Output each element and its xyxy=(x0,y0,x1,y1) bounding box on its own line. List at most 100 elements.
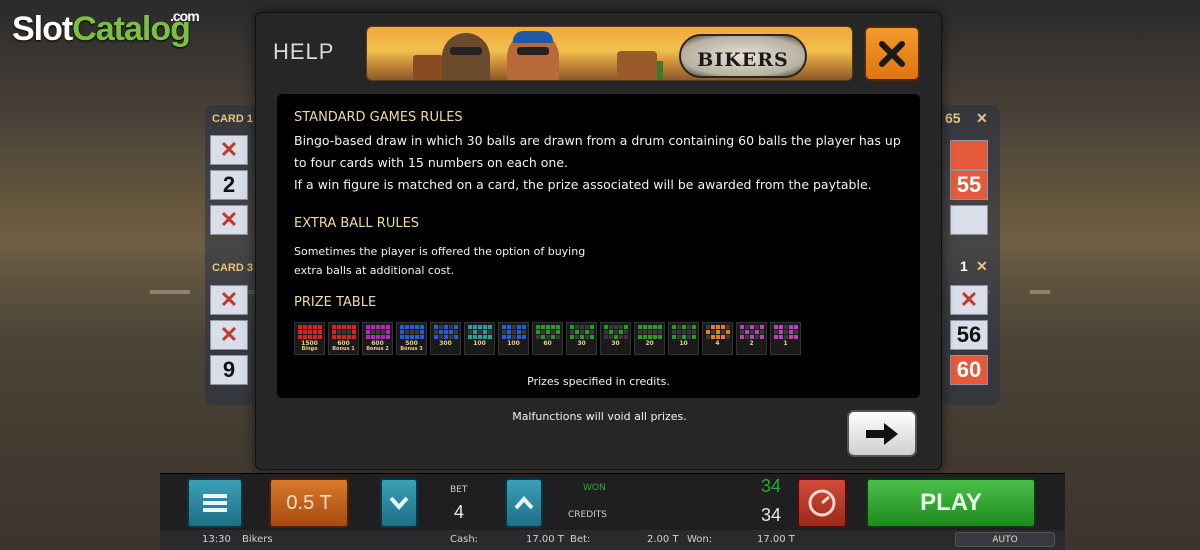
prize-value: 300 xyxy=(439,340,452,347)
rule-text: Sometimes the player is offered the opti… xyxy=(294,245,586,258)
card-cell: ✕ xyxy=(210,320,248,350)
rule-text: to four cards with 15 numbers on each on… xyxy=(294,155,569,170)
prize-item: 600 Bonus 2 xyxy=(362,322,393,355)
prize-value: 10 xyxy=(679,340,688,347)
prize-pattern xyxy=(671,325,696,339)
speed-button[interactable] xyxy=(797,478,847,528)
prize-pattern xyxy=(637,325,662,339)
prize-pattern xyxy=(739,325,764,339)
credits-label: CREDITS xyxy=(568,510,608,520)
card-cell: 60 xyxy=(950,355,988,385)
control-bar: 0.5 T BET 4 WON 34 CREDITS 34 PLAY xyxy=(160,473,1065,530)
help-dialog: HELP BIKERS STANDARD GAMES RULES Bingo-b… xyxy=(255,12,942,470)
prize-item: 20 xyxy=(634,322,665,355)
prize-value: 1 xyxy=(783,340,788,347)
card-close-icon[interactable]: ✕ xyxy=(976,110,988,127)
prize-item: 100 xyxy=(464,322,495,355)
card-cell: ✕ xyxy=(950,285,988,315)
prize-label: Bonus 3 xyxy=(400,346,423,352)
won-value: 34 xyxy=(761,476,782,496)
prize-item: 100 xyxy=(498,322,529,355)
card-label-1: CARD 1 xyxy=(212,113,253,125)
card-cell: 56 xyxy=(950,320,988,350)
card-number: 1 xyxy=(960,258,968,274)
prize-item: 30 xyxy=(600,322,631,355)
bikers-logo: BIKERS xyxy=(679,34,807,78)
section-title-prize: PRIZE TABLE xyxy=(294,295,377,310)
prize-pattern xyxy=(399,325,424,339)
won-label: WON xyxy=(583,483,606,493)
prize-item: 2 xyxy=(736,322,767,355)
card-cell: ✕ xyxy=(210,135,248,165)
biker-illustration xyxy=(507,31,559,80)
prize-item: 10 xyxy=(668,322,699,355)
chevron-down-icon xyxy=(389,496,409,510)
prize-item: 300 xyxy=(430,322,461,355)
card-cell: 2 xyxy=(210,170,248,200)
prize-item: 1500 Bingo xyxy=(294,322,325,355)
game-banner: BIKERS xyxy=(366,26,853,81)
status-bet-value: 2.00 T xyxy=(647,534,679,545)
biker-illustration xyxy=(442,33,490,80)
bet-down-button[interactable] xyxy=(380,478,418,528)
bet-up-button[interactable] xyxy=(505,478,543,528)
menu-button[interactable] xyxy=(187,478,243,528)
prize-label: Bonus 1 xyxy=(332,346,355,352)
prize-value: 30 xyxy=(577,340,586,347)
help-title: HELP xyxy=(273,39,335,64)
prize-pattern xyxy=(569,325,594,339)
prize-item: 30 xyxy=(566,322,597,355)
card-close-icon[interactable]: ✕ xyxy=(976,258,988,275)
card-cell: ✕ xyxy=(210,285,248,315)
bet-number: 4 xyxy=(454,502,465,522)
prize-item: 4 xyxy=(702,322,733,355)
bet-label: BET xyxy=(450,485,468,495)
status-game: Bikers xyxy=(242,534,273,545)
next-page-button[interactable] xyxy=(847,410,917,457)
prize-value: 2 xyxy=(749,340,754,347)
status-won-value: 17.00 T xyxy=(757,534,795,545)
section-title-extra: EXTRA BALL RULES xyxy=(294,216,420,231)
auto-button[interactable]: AUTO xyxy=(955,532,1055,547)
malfunction-note: Malfunctions will void all prizes. xyxy=(512,410,687,423)
credits-value: 34 xyxy=(761,505,782,525)
arrow-right-icon xyxy=(866,422,898,445)
prize-item: 1 xyxy=(770,322,801,355)
prize-value: 100 xyxy=(473,340,486,347)
prize-label: Bingo xyxy=(301,346,318,352)
rule-text: If a win figure is matched on a card, th… xyxy=(294,177,872,192)
status-bet-label: Bet: xyxy=(570,534,591,545)
card-cell: ✕ xyxy=(210,205,248,235)
status-cash-label: Cash: xyxy=(450,534,479,545)
chevron-up-icon xyxy=(514,496,534,510)
prize-pattern xyxy=(501,325,526,339)
prize-value: 4 xyxy=(715,340,720,347)
prize-value: 100 xyxy=(507,340,520,347)
prize-value: 60 xyxy=(543,340,552,347)
close-button[interactable] xyxy=(864,26,920,81)
bet-value-button[interactable]: 0.5 T xyxy=(269,478,349,528)
prize-pattern xyxy=(297,325,322,339)
card-number: 65 xyxy=(945,110,961,126)
rule-text: Bingo-based draw in which 30 balls are d… xyxy=(294,133,901,148)
prize-value: 30 xyxy=(611,340,620,347)
close-icon xyxy=(879,40,905,67)
prize-value: 20 xyxy=(645,340,654,347)
status-time: 13:30 xyxy=(202,534,231,545)
menu-icon xyxy=(203,494,227,512)
prize-pattern xyxy=(467,325,492,339)
status-bar: 13:30 Bikers Cash: 17.00 T Bet: 2.00 T W… xyxy=(160,530,1065,550)
rule-text: extra balls at additional cost. xyxy=(294,264,455,277)
prize-item: 60 xyxy=(532,322,563,355)
play-button[interactable]: PLAY xyxy=(866,478,1036,528)
prize-pattern xyxy=(365,325,390,339)
prize-label: Bonus 2 xyxy=(366,346,389,352)
credits-note: Prizes specified in credits. xyxy=(527,375,670,388)
card-cell xyxy=(950,140,988,170)
prize-pattern xyxy=(603,325,628,339)
prize-pattern xyxy=(773,325,798,339)
prize-table: 1500 Bingo 600 Bonus 1 600 Bonus 2 500 Bonus 3 3… xyxy=(294,322,801,355)
prize-pattern xyxy=(705,325,730,339)
prize-pattern xyxy=(331,325,356,339)
card-cell: 55 xyxy=(950,170,988,200)
